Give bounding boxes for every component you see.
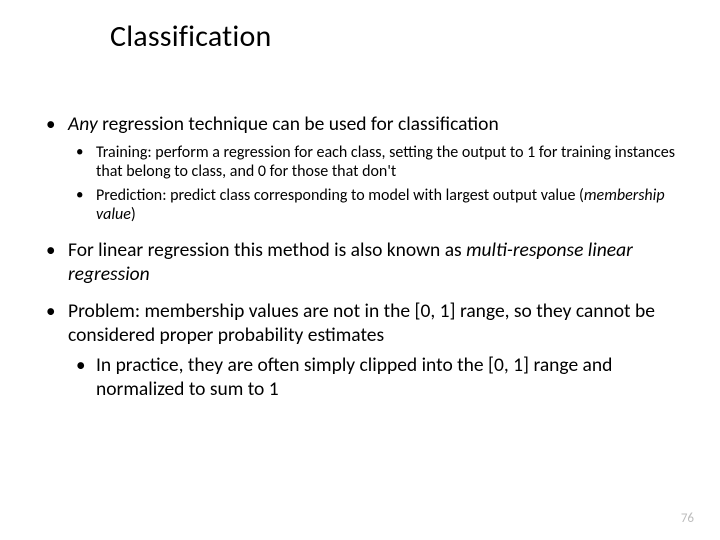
bullet-3-sublist: In practice, they are often simply clipp… xyxy=(68,354,680,402)
bullet-1-em: Any xyxy=(68,112,98,136)
bullet-3: Problem: membership values are not in th… xyxy=(40,300,680,401)
bullet-1-sub-1: Training: perform a regression for each … xyxy=(68,143,680,182)
bullet-1: Any regression technique can be used for… xyxy=(40,113,680,225)
bullet-2: For linear regression this method is als… xyxy=(40,239,680,287)
bullet-1-sublist: Training: perform a regression for each … xyxy=(68,143,680,225)
bullet-list: Any regression technique can be used for… xyxy=(40,113,680,402)
bullet-3-text: Problem: membership values are not in th… xyxy=(68,299,655,347)
bullet-1-sub-2: Prediction: predict class corresponding … xyxy=(68,186,680,225)
bullet-1-sub-2-post: ) xyxy=(131,205,136,224)
bullet-3-sub-1: In practice, they are often simply clipp… xyxy=(68,354,680,402)
bullet-1-sub-2-pre: Prediction: predict class corresponding … xyxy=(96,186,584,205)
bullet-1-text: regression technique can be used for cla… xyxy=(98,112,499,136)
slide-title: Classification xyxy=(110,18,680,55)
bullet-2-pre: For linear regression this method is als… xyxy=(68,238,466,262)
page-number: 76 xyxy=(681,511,694,526)
